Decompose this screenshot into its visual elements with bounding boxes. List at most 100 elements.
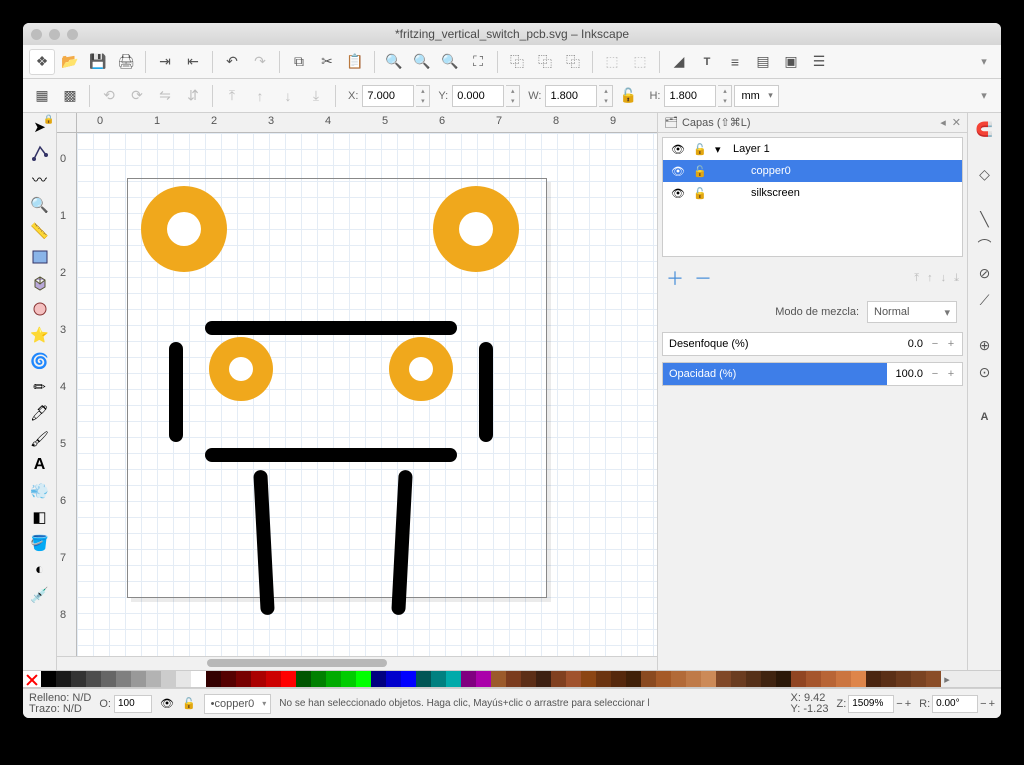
x-input[interactable] bbox=[362, 85, 414, 107]
color-swatch[interactable] bbox=[86, 671, 101, 687]
print-button[interactable]: 🖨 bbox=[113, 49, 139, 75]
color-swatch[interactable] bbox=[926, 671, 941, 687]
layer-up-button[interactable]: ↑ bbox=[927, 272, 933, 285]
zoom-page-button[interactable]: ⛶ bbox=[465, 49, 491, 75]
y-spinner[interactable]: ▴▾ bbox=[506, 85, 520, 107]
lock-icon[interactable]: 🔓 bbox=[182, 697, 196, 710]
color-swatch[interactable] bbox=[431, 671, 446, 687]
color-swatch[interactable] bbox=[836, 671, 851, 687]
text-dialog-button[interactable]: T bbox=[694, 49, 720, 75]
toolbar-overflow[interactable]: ▾ bbox=[973, 49, 995, 75]
ruler-horizontal[interactable]: 0123456789 bbox=[77, 113, 657, 133]
group-button[interactable]: ⬚ bbox=[599, 49, 625, 75]
layer-down-button[interactable]: ↓ bbox=[941, 272, 947, 285]
lock-icon[interactable]: 🔓 bbox=[693, 165, 707, 178]
units-select[interactable]: mm bbox=[734, 85, 778, 107]
select-all-button[interactable]: ▩ bbox=[57, 83, 83, 109]
open-button[interactable]: 📂 bbox=[57, 49, 83, 75]
color-swatch[interactable] bbox=[506, 671, 521, 687]
color-swatch[interactable] bbox=[581, 671, 596, 687]
export-button[interactable]: ⇤ bbox=[180, 49, 206, 75]
rot-plus[interactable]: + bbox=[989, 698, 995, 710]
raise-button[interactable]: ↑ bbox=[247, 83, 273, 109]
snap-enable-button[interactable]: 🧲 bbox=[972, 117, 998, 141]
color-swatch[interactable] bbox=[611, 671, 626, 687]
tweak-tool[interactable]: 〰 bbox=[26, 167, 54, 191]
bucket-tool[interactable]: 🪣 bbox=[26, 531, 54, 555]
color-swatch[interactable] bbox=[191, 671, 206, 687]
layer-row[interactable]: 👁 🔓 silkscreen bbox=[663, 182, 962, 204]
zoom-out-button[interactable]: 🔍 bbox=[409, 49, 435, 75]
pencil-tool[interactable]: ✏ bbox=[26, 375, 54, 399]
flip-v-button[interactable]: ⇵ bbox=[180, 83, 206, 109]
color-swatch[interactable] bbox=[731, 671, 746, 687]
remove-layer-button[interactable]: － bbox=[694, 265, 712, 291]
snap-intersect-button[interactable]: ⊘ bbox=[972, 261, 998, 285]
color-swatch[interactable] bbox=[476, 671, 491, 687]
color-swatch[interactable] bbox=[116, 671, 131, 687]
color-swatch[interactable] bbox=[71, 671, 86, 687]
blur-minus[interactable]: − bbox=[927, 338, 943, 350]
color-swatch[interactable] bbox=[911, 671, 926, 687]
color-swatch[interactable] bbox=[521, 671, 536, 687]
ungroup-button[interactable]: ⬚ bbox=[627, 49, 653, 75]
color-swatch[interactable] bbox=[41, 671, 56, 687]
rot-minus[interactable]: − bbox=[980, 698, 986, 710]
color-swatch[interactable] bbox=[326, 671, 341, 687]
color-swatch[interactable] bbox=[716, 671, 731, 687]
snap-path-button[interactable]: ⌒ bbox=[972, 234, 998, 258]
color-swatch[interactable] bbox=[641, 671, 656, 687]
ruler-vertical[interactable]: 0123456789 bbox=[57, 133, 77, 656]
layer-row[interactable]: 👁 🔓 copper0 bbox=[663, 160, 962, 182]
color-swatch[interactable] bbox=[221, 671, 236, 687]
color-swatch[interactable] bbox=[896, 671, 911, 687]
add-layer-button[interactable]: ＋ bbox=[666, 265, 684, 291]
snap-bbox-button[interactable]: ◇ bbox=[972, 162, 998, 186]
save-button[interactable]: 💾 bbox=[85, 49, 111, 75]
visibility-icon[interactable]: 👁 bbox=[671, 143, 685, 156]
panel-close-button[interactable]: ✕ bbox=[952, 116, 961, 129]
color-swatch[interactable] bbox=[131, 671, 146, 687]
paste-button[interactable]: 📋 bbox=[342, 49, 368, 75]
zoom-fit-button[interactable]: 🔍 bbox=[437, 49, 463, 75]
color-swatch[interactable] bbox=[491, 671, 506, 687]
color-swatch[interactable] bbox=[461, 671, 476, 687]
blur-slider[interactable]: Desenfoque (%) 0.0 −+ bbox=[662, 332, 963, 356]
layers-dialog-button[interactable]: ▣ bbox=[778, 49, 804, 75]
opacity-plus[interactable]: + bbox=[943, 368, 959, 380]
raise-top-button[interactable]: ⤒ bbox=[219, 83, 245, 109]
flip-h-button[interactable]: ⇋ bbox=[152, 83, 178, 109]
ellipse-tool[interactable] bbox=[26, 297, 54, 321]
blend-mode-select[interactable]: Normal bbox=[867, 301, 957, 323]
undo-button[interactable]: ↶ bbox=[219, 49, 245, 75]
zoom-tool[interactable]: 🔍 bbox=[26, 193, 54, 217]
selector-tool[interactable]: ➤ bbox=[26, 115, 54, 139]
spray-tool[interactable]: 💨 bbox=[26, 479, 54, 503]
calligraphy-tool[interactable]: 🖌 bbox=[26, 427, 54, 451]
color-swatch[interactable] bbox=[446, 671, 461, 687]
lower-bottom-button[interactable]: ⤓ bbox=[303, 83, 329, 109]
layer-bottom-button[interactable]: ⤓ bbox=[954, 272, 959, 285]
opacity-minus[interactable]: − bbox=[927, 368, 943, 380]
color-swatch[interactable] bbox=[296, 671, 311, 687]
color-swatch[interactable] bbox=[566, 671, 581, 687]
color-swatch[interactable] bbox=[311, 671, 326, 687]
lower-button[interactable]: ↓ bbox=[275, 83, 301, 109]
zoom-in-button[interactable]: 🔍 bbox=[381, 49, 407, 75]
visibility-icon[interactable]: 👁 bbox=[671, 165, 685, 178]
color-swatch[interactable] bbox=[416, 671, 431, 687]
color-swatch[interactable] bbox=[266, 671, 281, 687]
gradient-tool[interactable]: ◐ bbox=[26, 557, 54, 581]
color-swatch[interactable] bbox=[101, 671, 116, 687]
color-swatch[interactable] bbox=[761, 671, 776, 687]
new-doc-button[interactable]: ❖ bbox=[29, 49, 55, 75]
color-swatch[interactable] bbox=[656, 671, 671, 687]
color-swatch[interactable] bbox=[386, 671, 401, 687]
color-swatch[interactable] bbox=[881, 671, 896, 687]
color-swatch[interactable] bbox=[746, 671, 761, 687]
visibility-icon[interactable]: 👁 bbox=[671, 187, 685, 200]
color-swatch[interactable] bbox=[551, 671, 566, 687]
w-spinner[interactable]: ▴▾ bbox=[599, 85, 613, 107]
color-swatch[interactable] bbox=[176, 671, 191, 687]
color-swatch[interactable] bbox=[251, 671, 266, 687]
